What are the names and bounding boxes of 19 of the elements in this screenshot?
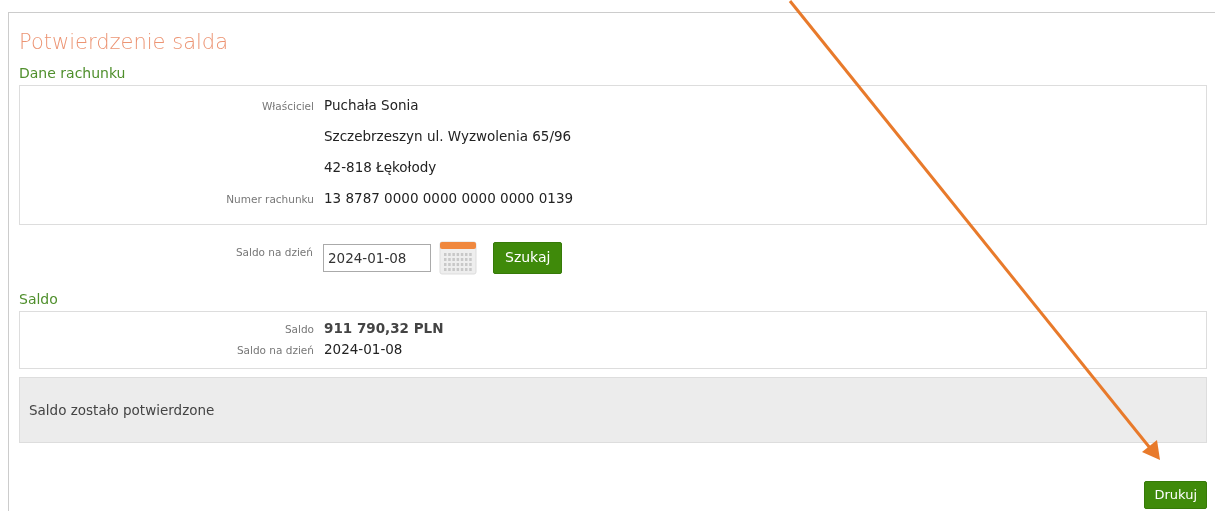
search-button[interactable]: Szukaj	[493, 242, 563, 274]
date-field[interactable]: 2024-01-08	[323, 244, 431, 273]
section-heading: Dane rachunku	[19, 65, 127, 83]
confirmation-message: Saldo zostało potwierdzone	[19, 376, 1207, 444]
field-value: Szczebrzeszyn ul. Wyzwolenia 65/96	[324, 127, 572, 147]
field-label: Właściciel	[260, 99, 314, 115]
page-title: Potwierdzenie salda	[19, 29, 230, 56]
field-label: Numer rachunku	[225, 192, 314, 208]
field-value: 2024-01-08	[324, 339, 403, 359]
field-label: Saldo na dzień	[235, 342, 314, 358]
calendar-icon[interactable]	[439, 241, 477, 276]
field-label: Saldo na dzień	[234, 245, 313, 261]
field-value: Puchała Sonia	[324, 96, 419, 116]
section-heading: Saldo	[19, 291, 59, 308]
field-value: 13 8787 0000 0000 0000 0000 0139	[324, 189, 574, 209]
print-button[interactable]: Drukuj	[1144, 480, 1207, 509]
field-value: 42-818 Łękołody	[324, 158, 437, 178]
field-label: Saldo	[283, 321, 314, 337]
field-value: 911 790,32 PLN	[324, 318, 444, 338]
